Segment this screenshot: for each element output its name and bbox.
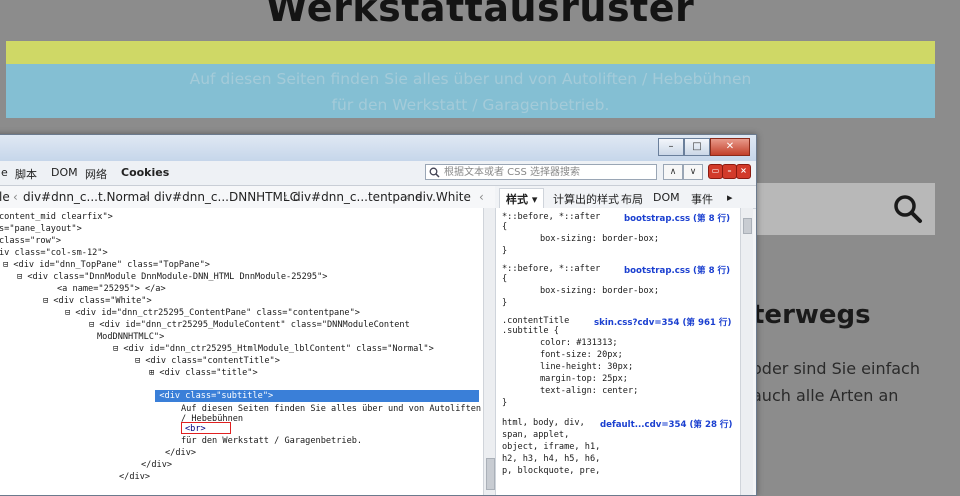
- css-declaration[interactable]: box-sizing: border-box;: [540, 286, 659, 296]
- css-source-link[interactable]: skin.css?cdv=354 (第 961 行): [594, 316, 731, 328]
- tab-computed[interactable]: 计算出的样式: [553, 191, 619, 207]
- tree-line[interactable]: ⊟ <div class="DnnModule DnnModule-DNN_HT…: [17, 272, 327, 282]
- site-title: Werkstattausrüster: [265, 0, 695, 30]
- tab-style[interactable]: 样式 ▾: [499, 188, 545, 209]
- tree-line[interactable]: class="row">: [0, 236, 61, 246]
- css-source-link[interactable]: default...cdv=354 (第 28 行): [600, 418, 732, 430]
- css-selector[interactable]: p, blockquote, pre,: [502, 466, 600, 476]
- menu-item-network[interactable]: 网络: [85, 166, 107, 182]
- tree-line[interactable]: ⊟ <div id="dnn_ctr25295_ModuleContent" c…: [89, 320, 410, 330]
- css-selector[interactable]: html, body, div,: [502, 418, 585, 428]
- close-button[interactable]: ✕: [710, 138, 750, 156]
- breadcrumb-item[interactable]: div.White: [415, 190, 471, 204]
- tree-text[interactable]: Auf diesen Seiten finden Sie alles über …: [181, 404, 481, 414]
- tree-line[interactable]: </div>: [165, 448, 196, 458]
- css-selector[interactable]: span, applet,: [502, 430, 569, 440]
- tree-line[interactable]: s="pane_layout">: [0, 224, 82, 234]
- tree-text[interactable]: / Hebebühnen: [181, 414, 243, 424]
- minimize-panel-button[interactable]: –: [722, 164, 737, 179]
- window-controls: – □ ✕: [658, 138, 750, 156]
- breadcrumb: le ‹ div#dnn_c...t.Normal ‹ div#dnn_c...…: [0, 186, 495, 209]
- close-panel-button[interactable]: ×: [736, 164, 751, 179]
- search-next-button[interactable]: ∨: [683, 164, 703, 180]
- tab-dom[interactable]: DOM: [653, 191, 680, 204]
- css-declaration[interactable]: color: #131313;: [540, 338, 618, 348]
- tree-line-br[interactable]: <br>: [185, 424, 206, 434]
- minimize-button[interactable]: –: [658, 138, 684, 156]
- style-pane-scrollbar[interactable]: [740, 208, 753, 495]
- devtools-window: – □ ✕ e 脚本 DOM 网络 Cookies 根据文本或者 CSS 选择器…: [0, 134, 757, 496]
- scrollbar-thumb[interactable]: [743, 218, 752, 234]
- tree-line[interactable]: ⊟ <div id="dnn_ctr25295_ContentPane" cla…: [65, 308, 360, 318]
- tree-line[interactable]: <a name="25295"> </a>: [57, 284, 166, 294]
- css-selector[interactable]: h2, h3, h4, h5, h6,: [502, 454, 600, 464]
- css-selector[interactable]: object, iframe, h1,: [502, 442, 600, 452]
- search-prev-button[interactable]: ∧: [663, 164, 683, 180]
- body-line-2: auch alle Arten an: [752, 386, 899, 405]
- css-source-link[interactable]: bootstrap.css (第 8 行): [624, 212, 730, 224]
- tree-line[interactable]: ⊟ <div id="dnn_ctr25295_HtmlModule_lblCo…: [113, 344, 434, 354]
- tagline-line-1: Auf diesen Seiten finden Sie alles über …: [189, 70, 752, 88]
- tab-more[interactable]: ▸: [727, 191, 733, 204]
- css-declaration[interactable]: font-size: 20px;: [540, 350, 623, 360]
- tree-text[interactable]: für den Werkstatt / Garagenbetrieb.: [181, 436, 362, 446]
- tab-layout[interactable]: 布局: [621, 191, 643, 207]
- tree-line[interactable]: content_mid clearfix">: [0, 212, 113, 222]
- css-selector[interactable]: *::before, *::after: [502, 264, 600, 274]
- scrollbar-thumb[interactable]: [486, 458, 495, 490]
- search-placeholder: 根据文本或者 CSS 选择器搜索: [444, 167, 581, 178]
- breadcrumb-item[interactable]: div#dnn_c...t.Normal: [23, 190, 150, 204]
- window-titlebar[interactable]: – □ ✕: [0, 135, 756, 161]
- tree-line[interactable]: ⊟ <div class="contentTitle">: [135, 356, 280, 366]
- subtitle-highlight: Auf diesen Seiten finden Sie alles über …: [6, 64, 935, 118]
- side-panel-tabs: 样式 ▾ 计算出的样式 布局 DOM 事件 ▸: [495, 186, 756, 209]
- tree-line[interactable]: ⊞ <div class="title">: [149, 368, 258, 378]
- css-declaration[interactable]: margin-top: 25px;: [540, 374, 628, 384]
- css-selector[interactable]: *::before, *::after: [502, 212, 600, 222]
- tree-line[interactable]: iv class="col-sm-12">: [0, 248, 108, 258]
- tree-line[interactable]: </div>: [119, 472, 150, 482]
- breadcrumb-scroll[interactable]: ‹: [479, 190, 484, 204]
- search-icon: [429, 167, 440, 178]
- tree-line[interactable]: ⊟ <div class="White">: [43, 296, 152, 306]
- devtools-menubar: e 脚本 DOM 网络 Cookies 根据文本或者 CSS 选择器搜索 ∧ ∨…: [0, 161, 756, 186]
- html-tree-pane[interactable]: content_mid clearfix"> s="pane_layout"> …: [0, 208, 483, 495]
- css-declaration[interactable]: text-align: center;: [540, 386, 638, 396]
- css-declaration[interactable]: box-sizing: border-box;: [540, 234, 659, 244]
- tree-line-selected[interactable]: ⊟ <div class="subtitle">: [149, 391, 273, 401]
- css-source-link[interactable]: bootstrap.css (第 8 行): [624, 264, 730, 276]
- tree-line[interactable]: </div>: [141, 460, 172, 470]
- css-selector[interactable]: .contentTitle: [502, 316, 569, 326]
- tree-line[interactable]: ⊟ <div id="dnn_TopPane" class="TopPane">: [3, 260, 210, 270]
- style-pane[interactable]: *::before, *::after bootstrap.css (第 8 行…: [495, 208, 741, 495]
- menu-item-console[interactable]: e: [1, 166, 8, 179]
- devtools-search-input[interactable]: 根据文本或者 CSS 选择器搜索: [425, 164, 657, 180]
- maximize-button[interactable]: □: [684, 138, 710, 156]
- tab-events[interactable]: 事件: [691, 191, 713, 207]
- tagline-line-2: für den Werkstatt / Garagenbetrieb.: [331, 96, 610, 114]
- section-body-text: oder sind Sie einfach auch alle Arten an: [752, 355, 960, 409]
- section-heading: terwegs: [752, 300, 871, 330]
- css-declaration[interactable]: line-height: 30px;: [540, 362, 633, 372]
- margin-highlight: [6, 41, 935, 64]
- breadcrumb-item[interactable]: div#dnn_c...tentpane: [293, 190, 422, 204]
- menu-item-cookies[interactable]: Cookies: [121, 166, 169, 179]
- detach-button[interactable]: ▭: [708, 164, 723, 179]
- body-line-1: oder sind Sie einfach: [752, 359, 920, 378]
- css-selector[interactable]: .subtitle {: [502, 326, 559, 336]
- search-icon[interactable]: [893, 194, 923, 224]
- tree-line[interactable]: ModDNNHTMLC">: [97, 332, 164, 342]
- breadcrumb-item[interactable]: le: [0, 190, 10, 204]
- menu-item-script[interactable]: 脚本: [15, 166, 37, 182]
- menu-item-dom[interactable]: DOM: [51, 166, 78, 179]
- breadcrumb-item[interactable]: div#dnn_c...DNNHTMLC: [154, 190, 298, 204]
